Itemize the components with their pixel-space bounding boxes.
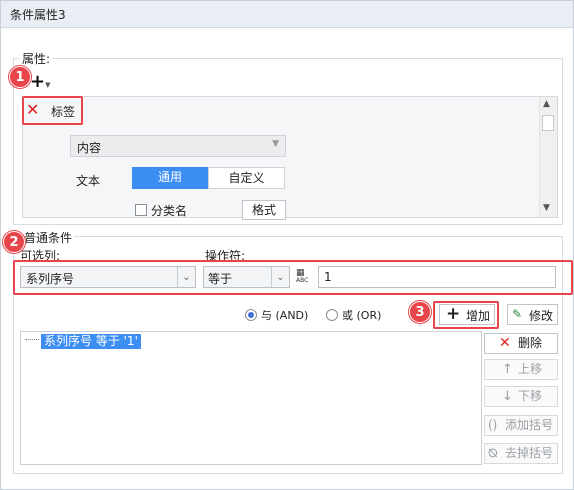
text-label: 文本: [76, 174, 101, 188]
highlight-box-2: [13, 260, 573, 295]
or-radio[interactable]: [326, 309, 338, 321]
add-property-button[interactable]: +▼: [30, 73, 60, 93]
tab-general[interactable]: 通用: [132, 167, 208, 189]
remove-bracket-icon: ⦰: [488, 446, 498, 460]
bracket-icon: (): [488, 418, 498, 432]
delete-button-label: 删除: [518, 336, 543, 350]
badge-2: 2: [3, 231, 25, 253]
highlight-box-3: [433, 301, 499, 329]
modify-button-label: 修改: [529, 309, 554, 323]
arrow-up-icon: ↑: [502, 362, 513, 377]
remove-bracket-label: 去掉括号: [505, 446, 554, 460]
and-radio-label: 与 (AND): [261, 309, 309, 322]
list-item[interactable]: 系列序号 等于 '1': [41, 334, 141, 349]
delete-condition-button[interactable]: ✕ 删除: [484, 333, 558, 354]
move-down-button[interactable]: ↓ 下移: [484, 386, 558, 407]
delete-icon: ✕: [499, 335, 511, 351]
add-bracket-button[interactable]: () 添加括号: [484, 415, 558, 436]
format-button[interactable]: 格式: [242, 200, 286, 220]
move-down-label: 下移: [518, 389, 543, 403]
condition-list[interactable]: 系列序号 等于 '1': [20, 331, 482, 465]
badge-1: 1: [9, 66, 31, 88]
property-panel: [22, 96, 558, 218]
properties-legend: 属性:: [20, 50, 53, 67]
or-radio-label: 或 (OR): [342, 309, 382, 322]
badge-3: 3: [409, 301, 431, 323]
edit-icon: ✎: [512, 307, 523, 321]
caret-down-icon: ▼: [45, 81, 51, 89]
move-up-button[interactable]: ↑ 上移: [484, 359, 558, 380]
remove-bracket-button[interactable]: ⦰ 去掉括号: [484, 443, 558, 464]
category-label: 分类名: [151, 204, 188, 218]
plus-icon: +: [30, 71, 46, 92]
arrow-down-icon: ↓: [502, 389, 513, 404]
move-up-label: 上移: [518, 362, 543, 376]
tab-custom[interactable]: 自定义: [208, 167, 285, 189]
modify-condition-button[interactable]: ✎ 修改: [507, 304, 558, 325]
content-label: 内容: [77, 141, 102, 155]
tree-connector: [25, 339, 39, 340]
highlight-box-1: [22, 96, 83, 125]
chevron-down-icon: ▼: [272, 139, 279, 149]
add-bracket-label: 添加括号: [505, 418, 554, 432]
scrollbar-thumb[interactable]: [542, 115, 554, 131]
scroll-down-icon[interactable]: ▼: [543, 203, 550, 213]
conditions-legend: 普通条件: [22, 229, 75, 246]
and-radio[interactable]: [245, 309, 257, 321]
window-title: 条件属性3: [10, 8, 66, 22]
scroll-up-icon[interactable]: ▲: [543, 99, 550, 109]
title-bar: [1, 1, 573, 28]
category-checkbox[interactable]: [135, 204, 147, 216]
content-select[interactable]: 内容 ▼: [70, 135, 286, 157]
radio-selected-dot: [248, 312, 254, 318]
